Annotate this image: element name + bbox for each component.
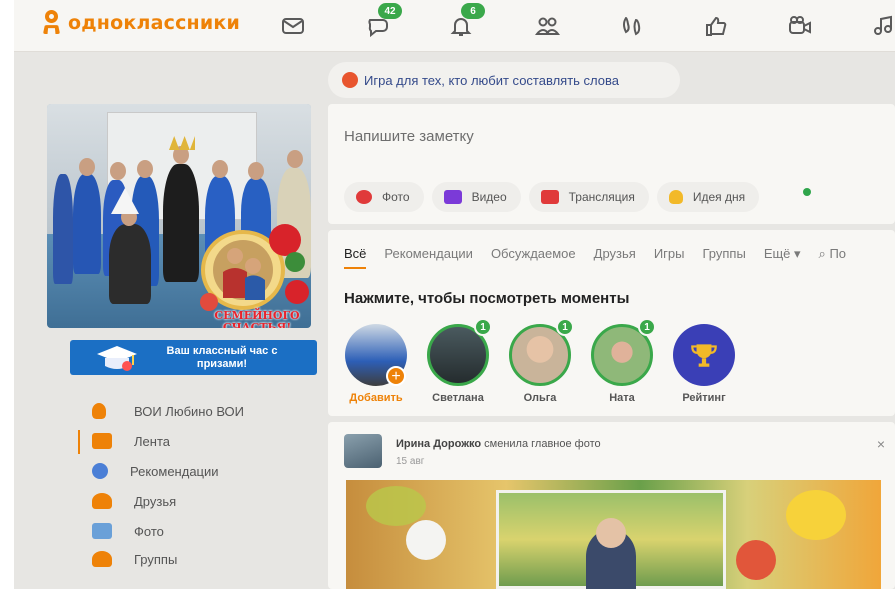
search-icon: ⌕ [818,246,830,261]
tab-more[interactable]: Ещё ▾ [764,246,801,269]
tab-friends[interactable]: Друзья [594,246,636,269]
logo[interactable]: одноклассники [42,10,240,36]
plus-icon: + [386,366,406,386]
graduation-hat-icon [97,346,137,371]
broadcast-button-label: Трансляция [568,190,635,204]
sidebar-item-label: Лента [134,433,170,449]
user-icon [92,403,106,419]
post-image[interactable] [346,480,881,589]
chat-icon[interactable]: 42 [364,3,402,39]
moment-badge: 1 [638,318,656,336]
tab-recommendations[interactable]: Рекомендации [384,246,473,269]
photo-button[interactable]: Фото [344,182,424,212]
video-icon [443,190,462,204]
game-icon [342,72,358,88]
photo-caption: СЕМЕЙНОГО СЧАСТЬЯ! [214,309,300,329]
sidebar-item-groups[interactable]: Группы [92,548,177,570]
video-button-label: Видео [471,190,507,204]
sidebar-item-recommendations[interactable]: Рекомендации [92,460,219,482]
broadcast-button[interactable]: Трансляция [528,182,649,212]
groups-icon [92,551,112,567]
tab-groups[interactable]: Группы [702,246,745,269]
feed-icon [92,433,112,449]
likes-icon[interactable] [702,13,730,39]
moment-svetlana[interactable]: 1 Светлана [426,318,492,404]
broadcast-icon [540,190,559,204]
profile-photo[interactable]: СЕМЕЙНОГО СЧАСТЬЯ! [47,104,311,328]
chat-badge: 42 [378,3,402,19]
trophy-icon [673,324,735,386]
friends-icon [92,493,112,509]
moment-label: Ольга [523,392,557,404]
post-date: 15 авг [396,456,425,467]
music-icon[interactable] [870,13,895,39]
avatar[interactable] [344,434,382,468]
tab-discussed[interactable]: Обсуждаемое [491,246,576,269]
quiz-promo-text: Ваш классный час с призами! [166,345,278,370]
moment-badge: 1 [474,318,492,336]
photo-button-label: Фото [382,190,410,204]
sidebar-item-profile[interactable]: ВОИ Любино ВОИ [92,400,244,422]
photo-icon [92,523,112,539]
moment-label: Светлана [432,392,484,404]
top-navigation-bar: одноклассники 42 6 [14,0,895,52]
moment-olga[interactable]: 1 Ольга [508,318,574,404]
moments-title: Нажмите, чтобы посмотреть моменты [344,290,630,307]
sidebar-item-friends[interactable]: Друзья [92,490,176,512]
post-author[interactable]: Ирина Дорожко [396,438,481,450]
sidebar-item-feed[interactable]: Лента [78,430,170,454]
video-camera-icon[interactable] [786,13,814,39]
search-tab-label: По [829,246,847,261]
logo-text: одноклассники [68,12,240,34]
note-input[interactable]: Напишите заметку [344,128,474,145]
guests-icon[interactable] [618,13,646,39]
quiz-promo-banner[interactable]: Ваш классный час с призами! [70,340,317,375]
idea-of-day-label: Идея дня [692,190,746,204]
feed-tabs: Всё Рекомендации Обсуждаемое Друзья Игры… [344,246,846,269]
lightbulb-icon [668,190,683,204]
sidebar-item-label: Группы [134,551,178,567]
sidebar-item-label: Рекомендации [130,463,219,479]
sidebar-item-label: Друзья [134,493,177,509]
news-post: Ирина Дорожко сменила главное фото 15 ав… [328,422,895,589]
idea-of-day-button[interactable]: Идея дня [656,182,760,212]
close-icon[interactable]: × [877,436,885,452]
compass-icon [92,463,108,479]
post-composer: Напишите заметку Фото Видео Трансляция И… [328,104,895,224]
tab-all[interactable]: Всё [344,246,367,269]
game-promo-text: Игра для тех, кто любит составлять слова [364,72,619,88]
ok-logo-icon [42,10,61,36]
tab-games[interactable]: Игры [654,246,685,269]
moment-rating[interactable]: Рейтинг [672,324,736,404]
moment-add[interactable]: + Добавить [344,324,408,404]
post-action: сменила главное фото [484,438,601,450]
bell-icon[interactable]: 6 [447,3,485,39]
bell-badge: 6 [461,3,485,19]
photo-icon [356,190,372,204]
moment-badge: 1 [556,318,574,336]
moment-label: Добавить [349,392,403,404]
sidebar-item-label: Фото [134,523,164,539]
moment-nata[interactable]: 1 Ната [590,318,656,404]
moment-label: Рейтинг [682,392,726,404]
screen: одноклассники 42 6 Игра для тех, кто люб… [14,0,895,589]
sidebar-item-label: ВОИ Любино ВОИ [134,403,245,419]
video-button[interactable]: Видео [431,182,521,212]
moment-label: Ната [609,392,635,404]
feed-panel: Всё Рекомендации Обсуждаемое Друзья Игры… [328,230,895,416]
mail-icon[interactable] [279,13,307,39]
search-tab[interactable]: ⌕ По [819,246,846,269]
sidebar-item-photo[interactable]: Фото [92,520,164,542]
friends-icon[interactable] [533,13,561,39]
moments-row: + Добавить 1 Светлана 1 Ольга 1 Ната Рей… [344,318,736,404]
game-promo-pill[interactable]: Игра для тех, кто любит составлять слова [328,62,680,98]
new-indicator-dot [803,188,811,196]
